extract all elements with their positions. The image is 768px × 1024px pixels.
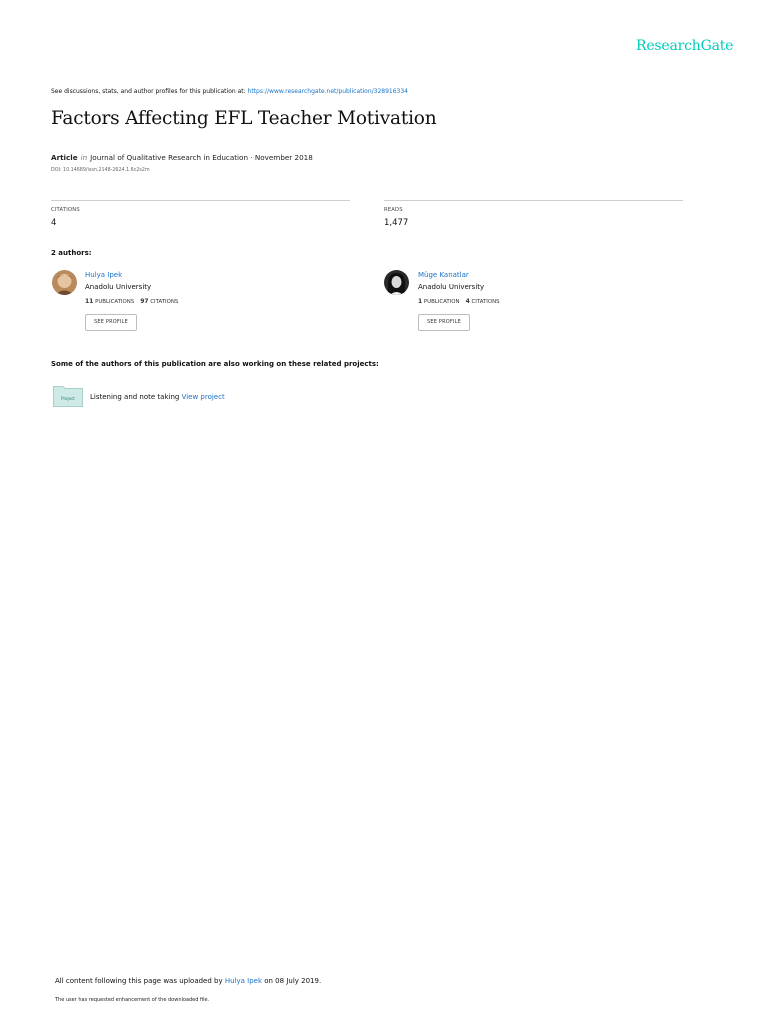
upload-note: All content following this page was uplo…: [55, 977, 321, 985]
author-2-stats: 1 PUBLICATION 4 CITATIONS: [418, 298, 500, 305]
researchgate-logo[interactable]: ResearchGate: [636, 38, 733, 54]
author-2-publications-count: 1: [418, 298, 423, 305]
author-1-stats: 11 PUBLICATIONS 97 CITATIONS: [85, 298, 178, 305]
paper-meta: Article in Journal of Qualitative Research…: [51, 153, 313, 162]
uploader-link[interactable]: Hulya Ipek: [225, 977, 262, 985]
author-1-citations-label: CITATIONS: [150, 299, 179, 305]
avatar-author-1[interactable]: [52, 270, 77, 295]
author-1-citations-count: 97: [140, 298, 149, 305]
upload-suffix: on 08 July 2019.: [262, 977, 322, 985]
citations-divider: [51, 200, 350, 201]
author-1-institution: Anadolu University: [85, 283, 152, 291]
project-name: Listening and note taking: [90, 393, 180, 401]
reads-label: READS: [384, 207, 403, 213]
author-1-publications-label: PUBLICATIONS: [95, 299, 135, 305]
see-profile-button-author-1[interactable]: SEE PROFILE: [85, 314, 138, 331]
project-line: Listening and note taking View project: [90, 393, 225, 401]
avatar-author-2[interactable]: [384, 270, 409, 295]
in-label: in: [80, 153, 88, 162]
author-2-institution: Anadolu University: [418, 283, 485, 291]
author-2-citations-count: 4: [465, 298, 470, 305]
doi: DOI: 10.14689/issn.2148-2624.1.6c2s2m: [51, 168, 150, 173]
project-badge-label: Project: [61, 396, 75, 401]
publication-url-link[interactable]: https://www.researchgate.net/publication…: [248, 88, 408, 95]
reads-divider: [384, 200, 683, 201]
author-2-citations-label: CITATIONS: [471, 299, 500, 305]
upload-prefix: All content following this page was uplo…: [55, 977, 225, 985]
project-folder-icon: Project: [53, 385, 83, 407]
citations-value: 4: [51, 218, 57, 228]
journal-date: Journal of Qualitative Research in Educa…: [90, 153, 313, 162]
author-2-name-link[interactable]: Müge Kanatlar: [418, 271, 469, 279]
discussion-line: See discussions, stats, and author profi…: [51, 88, 408, 95]
view-project-link[interactable]: View project: [182, 393, 225, 401]
see-profile-button-author-2[interactable]: SEE PROFILE: [418, 314, 471, 331]
authors-heading: 2 authors:: [51, 249, 92, 257]
author-2-publications-label: PUBLICATION: [423, 299, 460, 305]
author-1-publications-count: 11: [85, 298, 94, 305]
discussion-prefix: See discussions, stats, and author profi…: [51, 88, 248, 95]
citations-label: CITATIONS: [51, 207, 80, 213]
enhancement-note: The user has requested enhancement of th…: [55, 997, 210, 1003]
related-projects-heading: Some of the authors of this publication …: [51, 360, 379, 368]
article-type: Article: [51, 153, 78, 162]
reads-value: 1,477: [384, 218, 409, 228]
author-1-name-link[interactable]: Hulya Ipek: [85, 271, 122, 279]
paper-title: Factors Affecting EFL Teacher Motivation: [51, 108, 437, 129]
